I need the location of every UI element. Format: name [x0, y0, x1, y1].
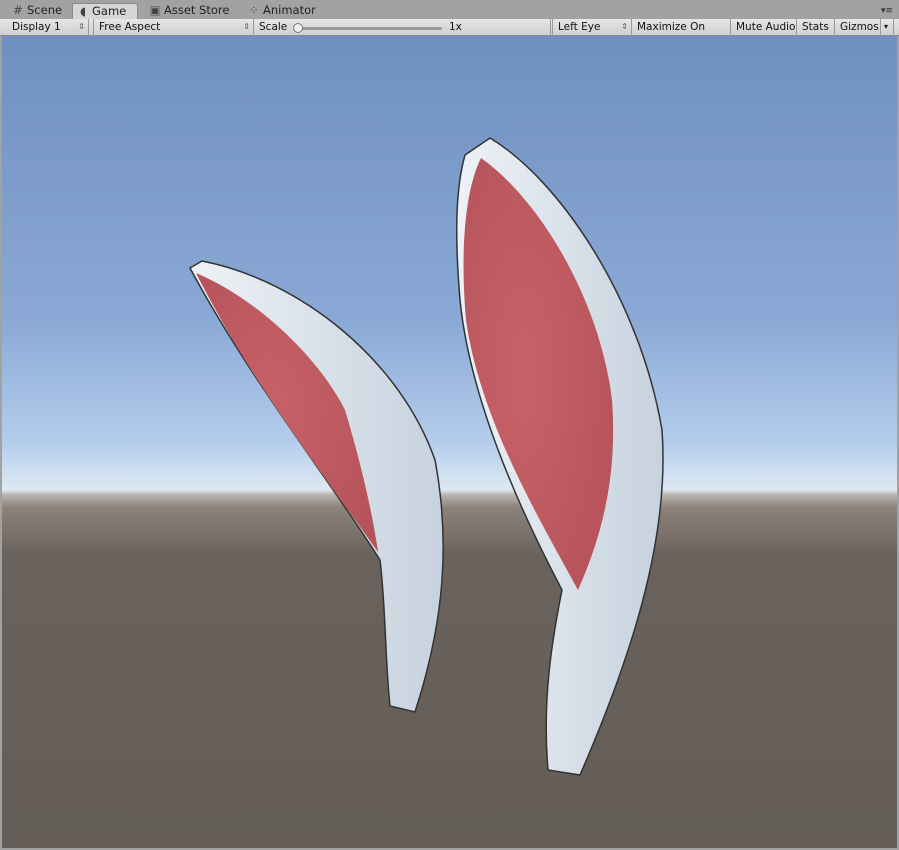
bunny-ears-render	[188, 137, 664, 776]
left-ear	[188, 260, 444, 713]
right-ear	[455, 137, 664, 776]
